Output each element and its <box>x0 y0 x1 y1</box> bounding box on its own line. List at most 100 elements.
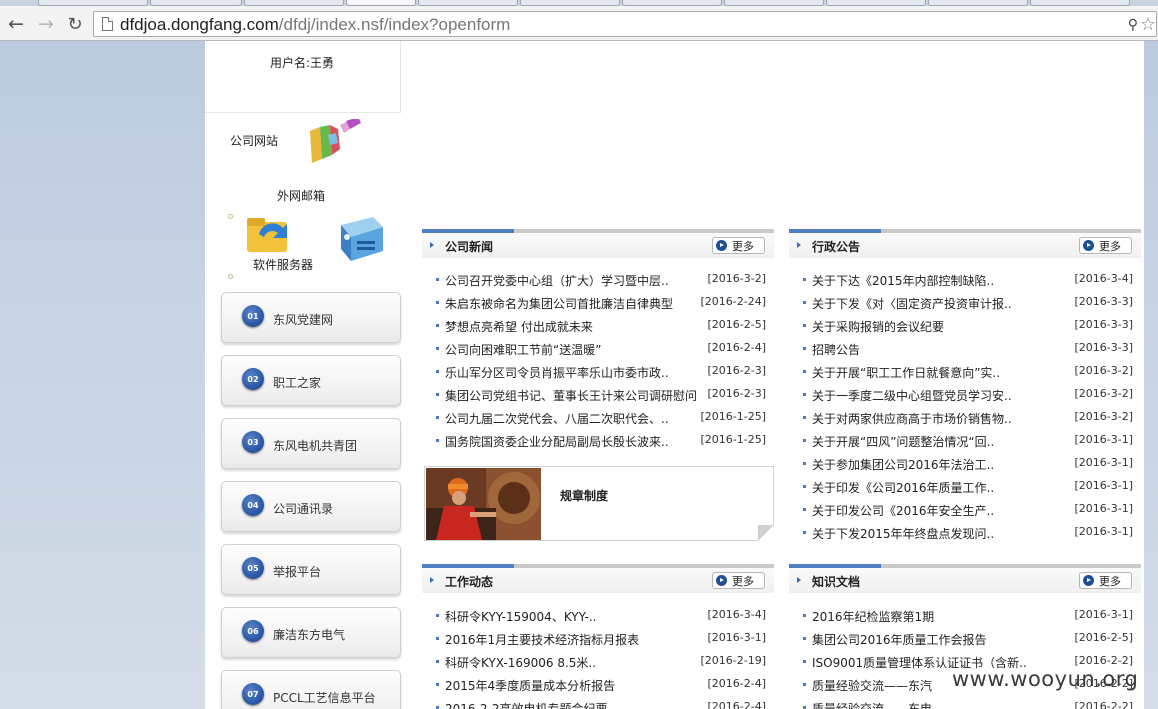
list-item[interactable]: 公司向困难职工节前“送温暖” [2016-2-4] <box>422 339 774 357</box>
rules-label: 规章制度 <box>560 489 609 503</box>
list-item[interactable]: 关于一季度二级中心组暨党员学习安.. [2016-3-2] <box>789 385 1141 403</box>
square-bullet-icon <box>803 278 806 281</box>
list-item[interactable]: 招聘公告 [2016-3-3] <box>789 339 1141 357</box>
number-badge-icon: 03 <box>242 431 264 453</box>
square-bullet-icon <box>803 347 806 350</box>
list-item[interactable]: 科研令KYX-169006 8.5米.. [2016-2-19] <box>422 652 774 670</box>
key-icon[interactable]: ⚲ <box>1128 17 1138 33</box>
nav-label: 东风党建网 <box>273 313 334 327</box>
list-item[interactable]: 公司召开党委中心组（扩大）学习暨中层.. [2016-3-2] <box>422 270 774 288</box>
square-bullet-icon <box>436 637 439 640</box>
list-item[interactable]: 集团公司党组书记、董事长王计来公司调研慰问 [2016-2-3] <box>422 385 774 403</box>
square-bullet-icon <box>436 439 439 442</box>
list-item[interactable]: 朱启东被命名为集团公司首批廉洁自律典型 [2016-2-24] <box>422 293 774 311</box>
admin-notice-panel: 行政公告 更多 关于下达《2015年内部控制缺陷.. [2016-3-4] 关于下… <box>789 229 1141 559</box>
nav-party-building[interactable]: 01 东风党建网 <box>221 292 401 343</box>
square-bullet-icon <box>436 324 439 327</box>
list-item[interactable]: 关于开展“职工工作日就餐意向”实.. [2016-3-2] <box>789 362 1141 380</box>
nav-workers-home[interactable]: 02 职工之家 <box>221 355 401 406</box>
list-item[interactable]: 关于参加集团公司2016年法治工.. [2016-3-1] <box>789 454 1141 472</box>
list-item[interactable]: 国务院国资委企业分配局副局长殷长波来.. [2016-1-25] <box>422 431 774 449</box>
software-server-link[interactable]: 软件服务器 <box>253 256 313 273</box>
list-item[interactable]: 关于开展“四风”问题整治情况“回.. [2016-3-1] <box>789 431 1141 449</box>
reload-icon[interactable]: ↻ <box>64 13 86 35</box>
list-item[interactable]: 2016年1月主要技术经济指标月报表 [2016-3-1] <box>422 629 774 647</box>
square-bullet-icon <box>803 660 806 663</box>
worker-photo-image <box>426 468 541 540</box>
refresh-folder-icon[interactable] <box>245 208 293 256</box>
list-item[interactable]: 集团公司2016年质量工作会报告 [2016-2-5] <box>789 629 1141 647</box>
nav-integrity[interactable]: 06 廉洁东方电气 <box>221 607 401 658</box>
number-badge-icon: 05 <box>242 557 264 579</box>
square-bullet-icon <box>803 324 806 327</box>
more-button[interactable]: 更多 <box>1079 237 1132 254</box>
decor-dot <box>228 214 233 219</box>
square-bullet-icon <box>803 439 806 442</box>
square-bullet-icon <box>803 416 806 419</box>
square-bullet-icon <box>803 301 806 304</box>
user-info-box: 用户名:王勇 <box>205 41 401 113</box>
work-news-panel: 工作动态 更多 科研令KYY-159004、KYY-.. [2016-3-4] 2… <box>422 564 774 709</box>
square-bullet-icon <box>803 370 806 373</box>
square-bullet-icon <box>436 614 439 617</box>
list-item[interactable]: 2016-2-2高效电机专题会纪要 [2016-2-4] <box>422 698 774 709</box>
arrow-right-icon <box>716 575 727 586</box>
list-item[interactable]: 2015年4季度质量成本分析报告 [2016-2-4] <box>422 675 774 693</box>
triangle-bullet-icon <box>797 577 801 583</box>
number-badge-icon: 04 <box>242 494 264 516</box>
nav-label: PCCL工艺信息平台 <box>273 691 376 705</box>
square-bullet-icon <box>436 416 439 419</box>
nav-pccl-platform[interactable]: 07 PCCL工艺信息平台 <box>221 670 401 709</box>
square-bullet-icon <box>803 462 806 465</box>
square-bullet-icon <box>436 278 439 281</box>
number-badge-icon: 02 <box>242 368 264 390</box>
triangle-bullet-icon <box>797 242 801 248</box>
rules-banner[interactable]: 规章制度 <box>424 466 774 541</box>
company-news-panel: 公司新闻 更多 公司召开党委中心组（扩大）学习暨中层.. [2016-3-2] 朱… <box>422 229 774 546</box>
url-text: dfdjoa.dongfang.com/dfdj/index.nsf/index… <box>120 15 511 34</box>
list-item[interactable]: 关于下达《2015年内部控制缺陷.. [2016-3-4] <box>789 270 1141 288</box>
panel-header: 工作动态 更多 <box>422 568 774 593</box>
back-arrow-icon[interactable]: ← <box>5 13 27 35</box>
address-bar[interactable]: dfdjoa.dongfang.com/dfdj/index.nsf/index… <box>93 11 1157 37</box>
list-item[interactable]: 关于下发2015年年终盘点发现问.. [2016-3-1] <box>789 523 1141 541</box>
company-site-link[interactable]: 公司网站 <box>230 132 278 149</box>
number-badge-icon: 07 <box>242 683 264 705</box>
number-badge-icon: 06 <box>242 620 264 642</box>
square-bullet-icon <box>803 508 806 511</box>
list-item[interactable]: 关于印发《公司2016年质量工作.. [2016-3-1] <box>789 477 1141 495</box>
bookmark-star-icon[interactable]: ☆ <box>1140 14 1156 35</box>
forward-arrow-icon[interactable]: → <box>35 13 57 35</box>
list-item[interactable]: 梦想点亮希望 付出成就未来 [2016-2-5] <box>422 316 774 334</box>
nav-label: 公司通讯录 <box>273 502 334 516</box>
nav-report-platform[interactable]: 05 举报平台 <box>221 544 401 595</box>
page-canvas: 用户名:王勇 公司网站 外网邮箱 软件服务器 01 东风党建网 02 职工之家 … <box>205 41 1144 709</box>
list-item[interactable]: 关于印发公司《2016年安全生产.. [2016-3-1] <box>789 500 1141 518</box>
square-bullet-icon <box>436 347 439 350</box>
more-button[interactable]: 更多 <box>712 237 765 254</box>
books-icon[interactable] <box>306 119 361 165</box>
external-mail-link[interactable]: 外网邮箱 <box>277 187 325 204</box>
list-item[interactable]: 关于下发《对〈固定资产投资审计报.. [2016-3-3] <box>789 293 1141 311</box>
list-item[interactable]: 关于采购报销的会议纪要 [2016-3-3] <box>789 316 1141 334</box>
list-item[interactable]: 科研令KYY-159004、KYY-.. [2016-3-4] <box>422 606 774 624</box>
list-item[interactable]: 乐山军分区司令员肖振平率乐山市委市政.. [2016-2-3] <box>422 362 774 380</box>
number-badge-icon: 01 <box>242 305 264 327</box>
panel-title: 行政公告 <box>812 240 861 254</box>
watermark: www.wooyun.org <box>952 667 1139 691</box>
list-item[interactable]: 关于对两家供应商高于市场价销售物.. [2016-3-2] <box>789 408 1141 426</box>
panel-title: 工作动态 <box>445 575 494 589</box>
server-icon[interactable] <box>335 217 389 263</box>
nav-youth-league[interactable]: 03 东风电机共青团 <box>221 418 401 469</box>
nav-directory[interactable]: 04 公司通讯录 <box>221 481 401 532</box>
list-item[interactable]: 2016年纪检监察第1期 [2016-3-1] <box>789 606 1141 624</box>
more-button[interactable]: 更多 <box>1079 572 1132 589</box>
decor-dot <box>228 274 233 279</box>
arrow-right-icon <box>716 240 727 251</box>
square-bullet-icon <box>803 614 806 617</box>
list-item[interactable]: 公司九届二次党代会、八届二次职代会、.. [2016-1-25] <box>422 408 774 426</box>
more-button[interactable]: 更多 <box>712 572 765 589</box>
triangle-bullet-icon <box>430 577 434 583</box>
square-bullet-icon <box>803 485 806 488</box>
list-item[interactable]: 质量经验交流——东电 [2016-2-2] <box>789 698 1141 709</box>
